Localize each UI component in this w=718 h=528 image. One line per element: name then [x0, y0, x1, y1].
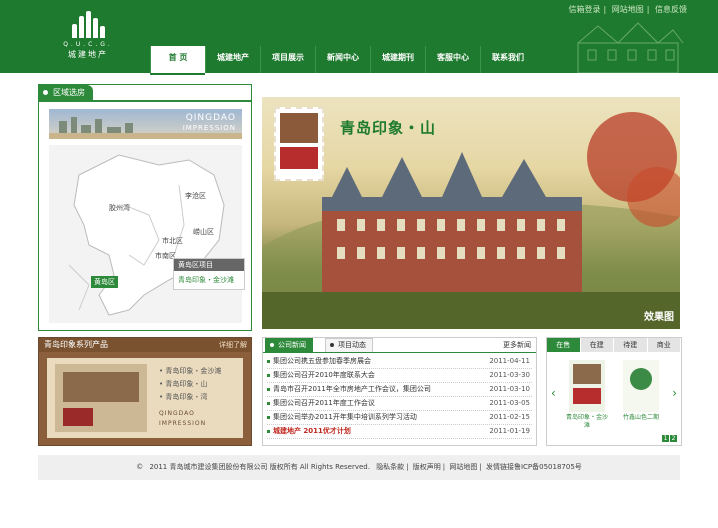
sale-card-image[interactable]: [569, 360, 605, 412]
sale-card-caption[interactable]: 竹鑫山色二期: [618, 414, 664, 422]
district-map: 胶州湾 李沧区 崂山区 市北区 市南区: [49, 145, 242, 323]
tab-commercial[interactable]: 商业: [647, 338, 681, 352]
series-stamp-text-1: QINGDAO: [159, 410, 195, 417]
sale-panel: 在售 在建 待建 商业 ‹ 青岛印象・金沙滩 竹鑫山色二期 › 12: [546, 337, 682, 446]
copyright-text: 2011 青岛城市建设集团股份有限公司 版权所有 All Rights Rese…: [149, 463, 370, 471]
tab-on-sale[interactable]: 在售: [547, 338, 581, 352]
news-panel: 公司新闻 项目动态 更多新闻 集团公司携五盘参加春季房展会 2011-04-11 …: [262, 337, 537, 446]
district-label[interactable]: 市北区: [162, 236, 183, 246]
nav-projects[interactable]: 项目展示: [260, 46, 315, 73]
bullet-icon: [330, 343, 334, 347]
product-series-panel: 青岛印象系列产品 详细了解 • 青岛印象・金沙滩 • 青岛印象・山 • 青岛印象…: [38, 337, 252, 446]
region-panel: 区域选房 QINGDAO IMPRESSION 胶州湾 李沧区 崂山区 市北区 …: [38, 84, 252, 331]
series-photo: [55, 364, 147, 432]
news-date: 2011-04-11: [489, 357, 530, 365]
district-label[interactable]: 崂山区: [193, 227, 214, 237]
header: Q.U.C.G. 城建地产 信箱登录 | 网站地图 | 信息反馈 首 页 城建地产 …: [0, 0, 718, 75]
banner-title: 青岛印象・山: [340, 119, 437, 137]
series-title: 青岛印象系列产品: [44, 340, 108, 349]
nav-journal[interactable]: 城建期刊: [370, 46, 425, 73]
news-item[interactable]: 集团公司召开2010年度联系大会 2011-03-30: [267, 369, 532, 383]
divider: [39, 100, 251, 102]
next-arrow-icon[interactable]: ›: [672, 386, 677, 400]
copyright-icon: ©: [136, 463, 144, 471]
city-text-1: QINGDAO: [185, 113, 236, 123]
icp-text[interactable]: 发情链接鲁ICP备05018705号: [486, 463, 582, 471]
news-list: 集团公司携五盘参加春季房展会 2011-04-11 集团公司召开2010年度联系大…: [263, 353, 536, 441]
region-tab-label: 区域选房: [53, 88, 85, 97]
project-link[interactable]: 青岛印象・金沙滩: [174, 271, 244, 289]
sitemap-link[interactable]: 网站地图: [612, 5, 644, 14]
tab-company-news[interactable]: 公司新闻: [265, 338, 313, 352]
news-more-link[interactable]: 更多新闻: [503, 340, 531, 350]
nav-home[interactable]: 首 页: [150, 46, 205, 75]
district-label[interactable]: 李沧区: [185, 191, 206, 201]
castle-illustration: [577, 22, 684, 73]
sitemap-footer-link[interactable]: 网站地图: [449, 463, 477, 471]
sale-pager: 12: [661, 435, 677, 442]
series-stamp-text-2: IMPRESSION: [159, 420, 207, 427]
series-list: • 青岛印象・金沙滩 • 青岛印象・山 • 青岛印象・湾: [159, 365, 221, 404]
banner-scene: [262, 112, 680, 329]
news-date: 2011-02-15: [489, 413, 530, 421]
copyright-link[interactable]: 版权声明: [413, 463, 441, 471]
prev-arrow-icon[interactable]: ‹: [551, 386, 556, 400]
news-item[interactable]: 青岛市召开2011年全市房地产工作会议，集团公司 2011-03-10: [267, 383, 532, 397]
series-item[interactable]: • 青岛印象・山: [159, 378, 221, 391]
tab-project-news[interactable]: 项目动态: [325, 338, 373, 352]
mail-login-link[interactable]: 信箱登录: [569, 5, 601, 14]
logo-building-icon: [70, 10, 106, 38]
project-box: 黄岛区项目 青岛印象・金沙滩: [173, 258, 245, 290]
sale-card-caption[interactable]: 青岛印象・金沙滩: [564, 414, 610, 430]
tab-building[interactable]: 在建: [580, 338, 614, 352]
series-item[interactable]: • 青岛印象・湾: [159, 391, 221, 404]
news-date: 2011-03-30: [489, 371, 530, 379]
city-photo: QINGDAO IMPRESSION: [49, 109, 242, 139]
nav-contact[interactable]: 联系我们: [480, 46, 535, 73]
region-tab[interactable]: 区域选房: [39, 85, 93, 101]
logo-abbr: Q.U.C.G.: [63, 41, 113, 48]
news-date: 2011-03-10: [489, 385, 530, 393]
nav-service[interactable]: 客服中心: [425, 46, 480, 73]
project-box-title: 黄岛区项目: [174, 259, 244, 271]
sale-card-image[interactable]: [623, 360, 659, 412]
news-tabs: 公司新闻 项目动态 更多新闻: [263, 338, 536, 353]
effect-label: 效果图: [644, 312, 674, 323]
news-date: 2011-03-05: [489, 399, 530, 407]
news-item[interactable]: 城建地产 2011优才计划 2011-01-19: [267, 425, 532, 439]
sale-tabs: 在售 在建 待建 商业: [547, 338, 681, 352]
news-item[interactable]: 集团公司携五盘参加春季房展会 2011-04-11: [267, 355, 532, 369]
top-links: 信箱登录 | 网站地图 | 信息反馈: [568, 5, 688, 14]
page-button[interactable]: 1: [662, 435, 669, 442]
main-nav: 首 页 城建地产 项目展示 新闻中心 城建期刊 客服中心 联系我们: [150, 46, 535, 75]
bullet-icon: [43, 90, 48, 95]
logo[interactable]: Q.U.C.G. 城建地产: [58, 10, 118, 65]
stamp-image: [274, 107, 324, 181]
logo-name: 城建地产: [68, 50, 108, 59]
news-date: 2011-01-19: [489, 427, 530, 435]
bullet-icon: [270, 343, 274, 347]
footer: © 2011 青岛城市建设集团股份有限公司 版权所有 All Rights Re…: [38, 455, 680, 480]
page-button[interactable]: 2: [670, 435, 677, 442]
district-label[interactable]: 胶州湾: [109, 203, 130, 213]
nav-news[interactable]: 新闻中心: [315, 46, 370, 73]
nav-company[interactable]: 城建地产: [205, 46, 260, 73]
feedback-link[interactable]: 信息反馈: [655, 5, 687, 14]
privacy-link[interactable]: 隐私条款: [376, 463, 404, 471]
city-text-2: IMPRESSION: [182, 124, 236, 132]
news-item[interactable]: 集团公司举办2011开年集中培训系列学习活动 2011-02-15: [267, 411, 532, 425]
series-item[interactable]: • 青岛印象・金沙滩: [159, 365, 221, 378]
series-header: 青岛印象系列产品 详细了解: [39, 338, 251, 352]
tab-planned[interactable]: 待建: [614, 338, 648, 352]
series-more-link[interactable]: 详细了解: [219, 338, 247, 352]
series-body: • 青岛印象・金沙滩 • 青岛印象・山 • 青岛印象・湾 QINGDAO IMP…: [47, 358, 243, 438]
news-item[interactable]: 集团公司召开2011年度工作会议 2011-03-05: [267, 397, 532, 411]
huangdao-badge[interactable]: 黄岛区: [91, 276, 118, 288]
hero-banner[interactable]: 青岛印象・山 效果图: [262, 97, 680, 329]
